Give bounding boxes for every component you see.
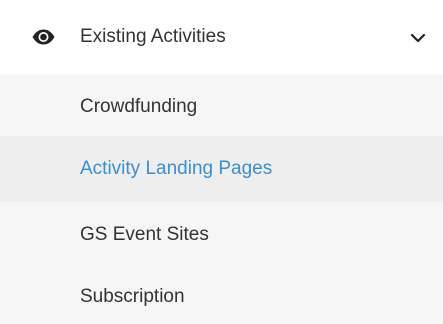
section-title: Existing Activities: [80, 26, 226, 47]
sidebar-nav: Existing Activities Crowdfunding Activit…: [0, 0, 443, 324]
submenu-item-label: Subscription: [80, 286, 185, 307]
submenu-item-label: GS Event Sites: [80, 224, 209, 245]
existing-activities-toggle[interactable]: Existing Activities: [0, 0, 443, 74]
submenu-item-gs-event-sites[interactable]: GS Event Sites: [0, 202, 443, 268]
submenu-item-crowdfunding[interactable]: Crowdfunding: [0, 74, 443, 140]
existing-activities-submenu: Crowdfunding Activity Landing Pages GS E…: [0, 74, 443, 324]
chevron-down-icon[interactable]: [410, 31, 426, 43]
submenu-item-subscription[interactable]: Subscription: [0, 264, 443, 324]
submenu-item-label: Activity Landing Pages: [80, 158, 273, 179]
submenu-item-label: Crowdfunding: [80, 96, 198, 117]
submenu-item-activity-landing-pages[interactable]: Activity Landing Pages: [0, 136, 443, 202]
eye-icon: [32, 29, 55, 45]
